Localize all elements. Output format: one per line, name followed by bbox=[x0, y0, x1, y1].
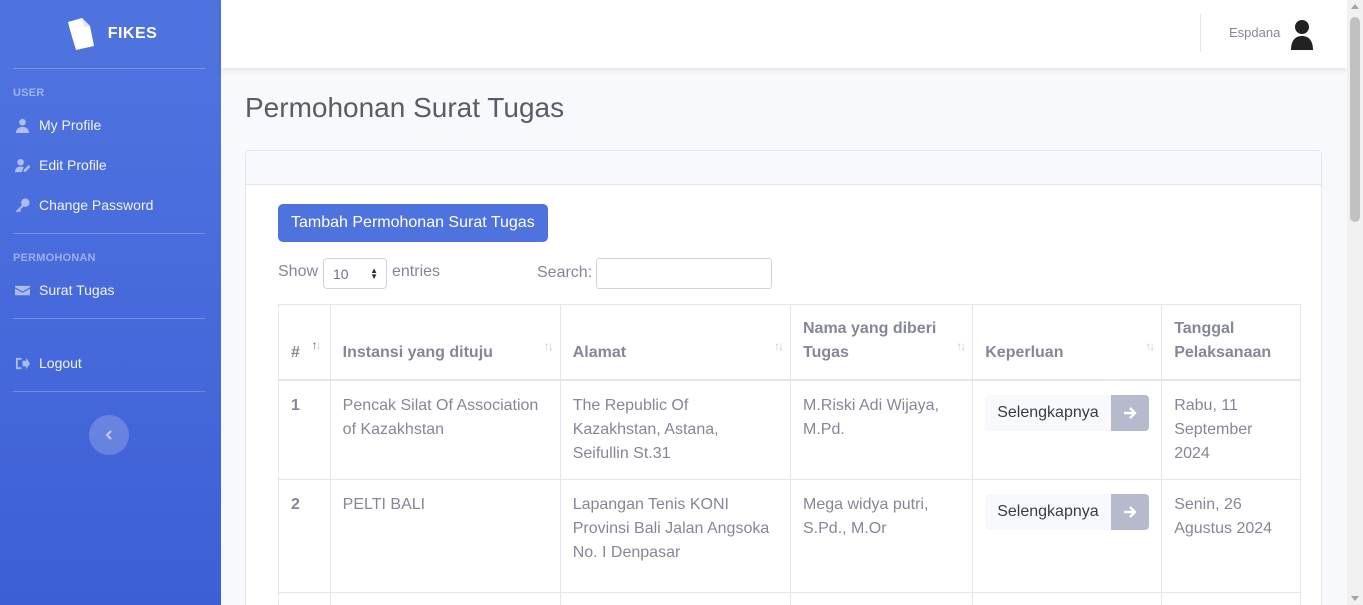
sign-out-icon bbox=[14, 355, 30, 371]
column-header-instansi[interactable]: Instansi yang dituju ↑↓ bbox=[329, 304, 561, 381]
column-header-alamat[interactable]: Alamat ↑↓ bbox=[559, 304, 792, 381]
page-scrollbar[interactable] bbox=[1347, 0, 1363, 605]
sidebar-toggle-button[interactable] bbox=[89, 415, 129, 455]
content-card: Tambah Permohonan Surat Tugas Show 10 ▲ ▼… bbox=[245, 150, 1322, 605]
column-header-nama[interactable]: Nama yang diberi Tugas ↑↓ bbox=[789, 304, 974, 381]
table-row: 1 Pencak Silat Of Association of Kazakhs… bbox=[278, 379, 1301, 480]
cell-keperluan: Selengkapnya bbox=[972, 479, 1163, 593]
cell-tanggal: Rabu, 11 September 2024 bbox=[1161, 379, 1301, 480]
cell-no: 2 bbox=[278, 479, 331, 593]
cell-instansi: PELTI BALI bbox=[329, 479, 561, 593]
search-label: Search: bbox=[537, 264, 593, 281]
cell-no: 1 bbox=[278, 379, 331, 480]
cell-nama: M.Riski Adi Wijaya, M.Pd. bbox=[789, 379, 974, 480]
column-header-tanggal[interactable]: Tanggal Pelaksanaan bbox=[1161, 304, 1301, 381]
surat-tugas-table: # ↑↓ Instansi yang dituju ↑↓ Alamat ↑↓ N… bbox=[278, 304, 1301, 605]
sidebar-item-label: Edit Profile bbox=[39, 157, 107, 173]
sort-icon: ↑↓ bbox=[1145, 339, 1155, 353]
topbar-divider bbox=[1200, 14, 1201, 52]
scroll-up-icon[interactable] bbox=[1351, 4, 1359, 9]
arrow-right-icon bbox=[1110, 395, 1149, 431]
selengkapnya-button[interactable]: Selengkapnya bbox=[985, 395, 1149, 431]
user-name[interactable]: Espdana bbox=[1229, 25, 1280, 40]
sort-icon: ↑↓ bbox=[774, 339, 784, 353]
sidebar-item-label: Change Password bbox=[39, 197, 154, 213]
cell-alamat: Lapangan Tenis KONI Provinsi Bali Jalan … bbox=[559, 479, 792, 593]
user-avatar-icon[interactable] bbox=[1289, 18, 1315, 50]
sidebar-item-label: My Profile bbox=[39, 117, 102, 133]
entries-length-select[interactable]: 10 ▲ ▼ bbox=[323, 258, 387, 289]
sidebar-heading-permohonan: PERMOHONAN bbox=[13, 252, 96, 264]
envelope-icon bbox=[14, 282, 30, 298]
cell-tanggal: Senin, 26 Agustus 2024 bbox=[1161, 479, 1301, 593]
sidebar-item-change-password[interactable]: Change Password bbox=[0, 185, 221, 225]
sidebar-item-label: Surat Tugas bbox=[39, 282, 115, 298]
table-container: # ↑↓ Instansi yang dituju ↑↓ Alamat ↑↓ N… bbox=[278, 304, 1301, 605]
sidebar-item-surat-tugas[interactable]: Surat Tugas bbox=[0, 270, 221, 310]
arrow-right-icon bbox=[1110, 494, 1149, 530]
entries-length-value: 10 bbox=[333, 265, 349, 282]
sidebar-item-my-profile[interactable]: My Profile bbox=[0, 105, 221, 145]
sidebar-divider bbox=[13, 391, 205, 392]
column-header-no[interactable]: # ↑↓ bbox=[278, 304, 331, 381]
card-header bbox=[246, 151, 1321, 185]
sidebar-divider bbox=[13, 318, 205, 319]
cell-instansi: Pencak Silat Of Association of Kazakhsta… bbox=[329, 379, 561, 480]
select-arrows-icon: ▲ ▼ bbox=[370, 266, 378, 281]
page-title: Permohonan Surat Tugas bbox=[245, 92, 565, 123]
sidebar-item-edit-profile[interactable]: Edit Profile bbox=[0, 145, 221, 185]
table-row bbox=[278, 592, 1301, 605]
length-show-label: Show bbox=[278, 263, 319, 280]
brand-name: FIKES bbox=[107, 25, 158, 42]
table-row: 2 PELTI BALI Lapangan Tenis KONI Provins… bbox=[278, 479, 1301, 593]
sidebar-brand[interactable]: FIKES bbox=[0, 0, 221, 68]
sidebar-item-logout[interactable]: Logout bbox=[0, 343, 221, 383]
selengkapnya-button[interactable]: Selengkapnya bbox=[985, 494, 1149, 530]
sidebar-item-label: Logout bbox=[39, 355, 82, 371]
chevron-left-icon bbox=[105, 430, 112, 440]
sidebar-heading-user: USER bbox=[13, 87, 45, 99]
file-logo-icon bbox=[64, 16, 96, 52]
user-icon bbox=[14, 117, 30, 133]
topbar: Espdana bbox=[221, 0, 1347, 68]
cell-alamat: The Republic Of Kazakhstan, Astana, Seif… bbox=[559, 379, 792, 480]
search-input[interactable] bbox=[596, 258, 772, 289]
sort-asc-icon: ↑↓ bbox=[311, 338, 322, 352]
column-header-keperluan[interactable]: Keperluan ↑↓ bbox=[972, 304, 1163, 381]
add-surat-tugas-button[interactable]: Tambah Permohonan Surat Tugas bbox=[278, 204, 548, 242]
scroll-down-icon[interactable] bbox=[1351, 596, 1359, 601]
cell-nama: Mega widya putri, S.Pd., M.Or bbox=[789, 479, 974, 593]
user-edit-icon bbox=[14, 157, 30, 173]
key-icon bbox=[14, 197, 30, 213]
sidebar: FIKES USER My Profile Edit Profile Chang… bbox=[0, 0, 221, 605]
sort-icon: ↑↓ bbox=[543, 339, 554, 353]
length-entries-label: entries bbox=[392, 263, 441, 280]
scroll-thumb[interactable] bbox=[1350, 17, 1360, 222]
sort-icon: ↑↓ bbox=[956, 339, 966, 353]
cell-keperluan: Selengkapnya bbox=[972, 379, 1163, 480]
